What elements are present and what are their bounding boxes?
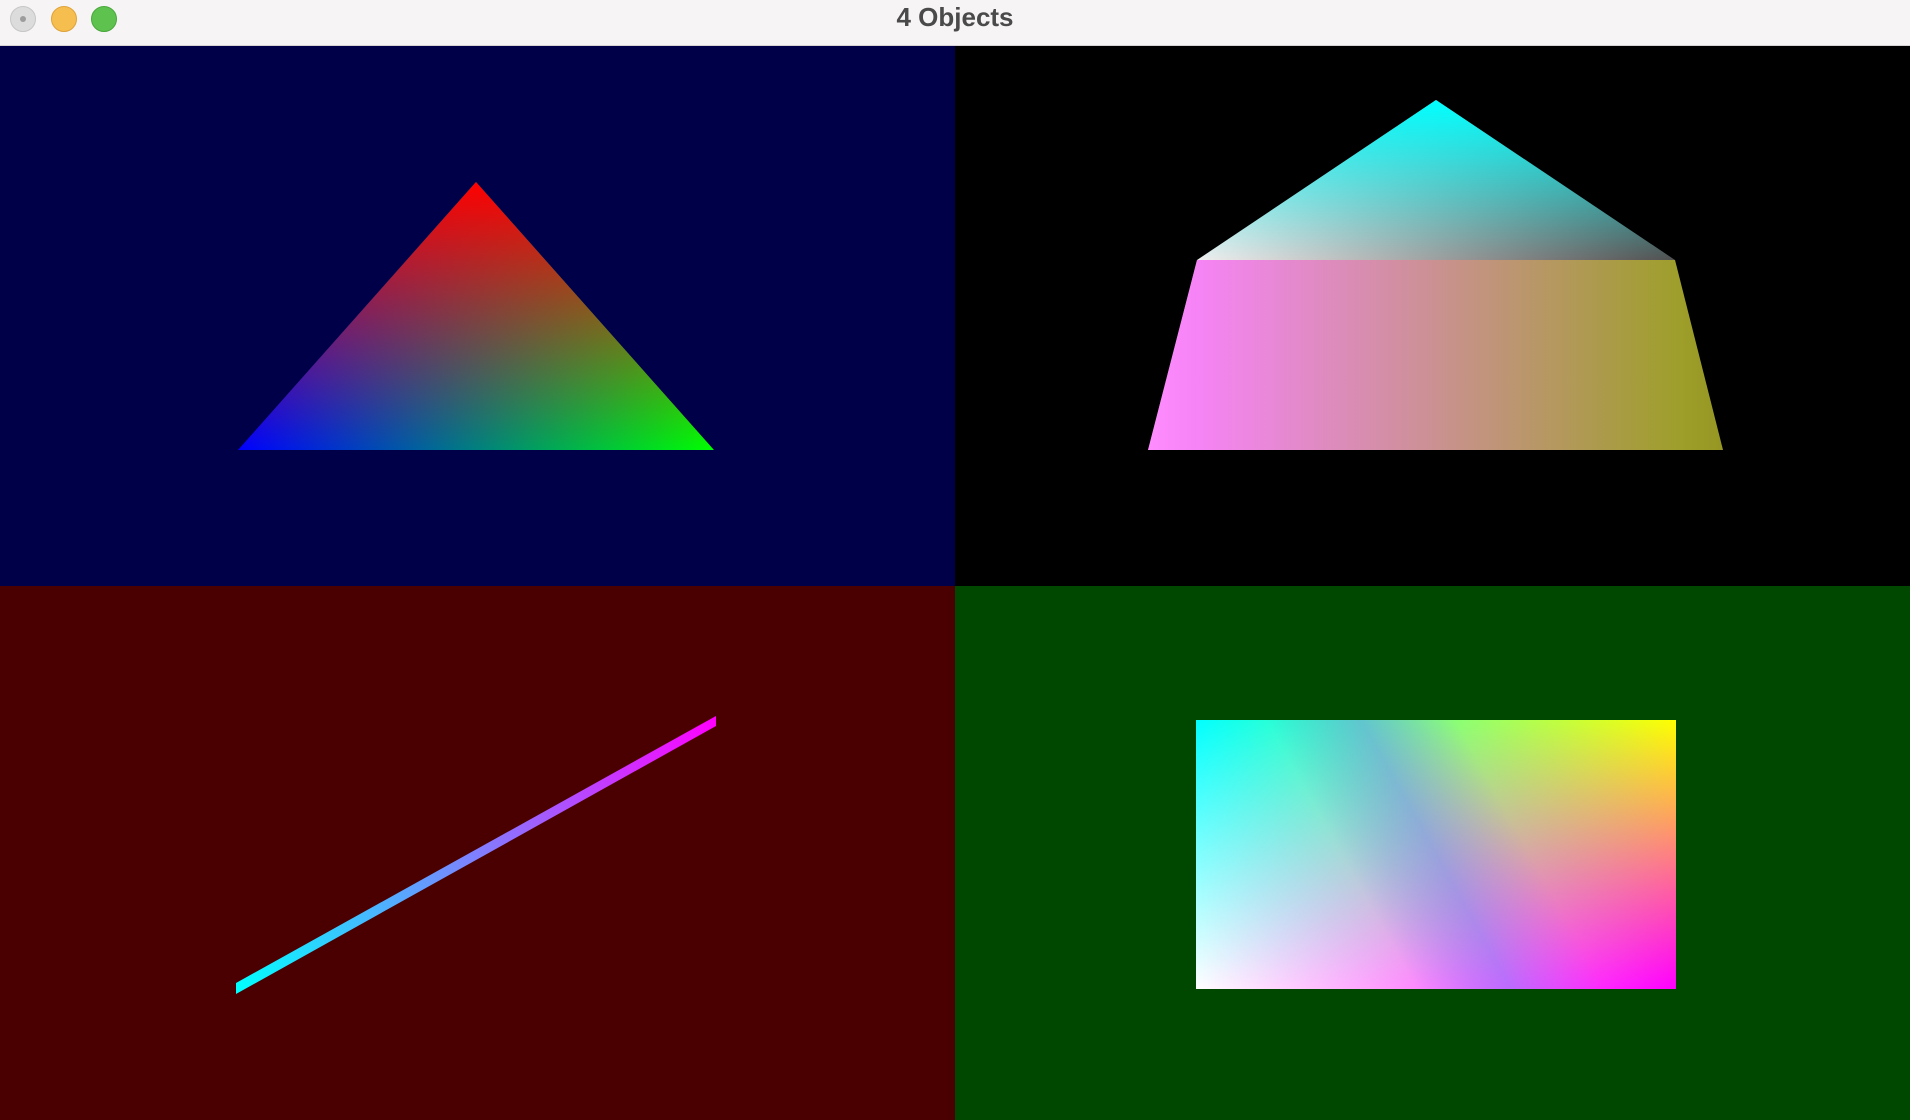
rectangle-shape-diagonal-blend <box>1196 720 1676 989</box>
line-canvas <box>0 586 955 1120</box>
triangle-canvas <box>0 46 955 586</box>
rectangle-canvas <box>955 586 1910 1120</box>
title-bar[interactable]: 4 Objects <box>0 0 1910 46</box>
pentagon-canvas <box>955 46 1910 586</box>
viewport-triangle <box>0 46 955 586</box>
window-title: 4 Objects <box>896 2 1014 32</box>
app-window: 4 Objects <box>0 0 1910 1120</box>
viewport-rectangle <box>955 586 1910 1120</box>
viewport-pentagon <box>955 46 1910 586</box>
viewport-line <box>0 586 955 1120</box>
